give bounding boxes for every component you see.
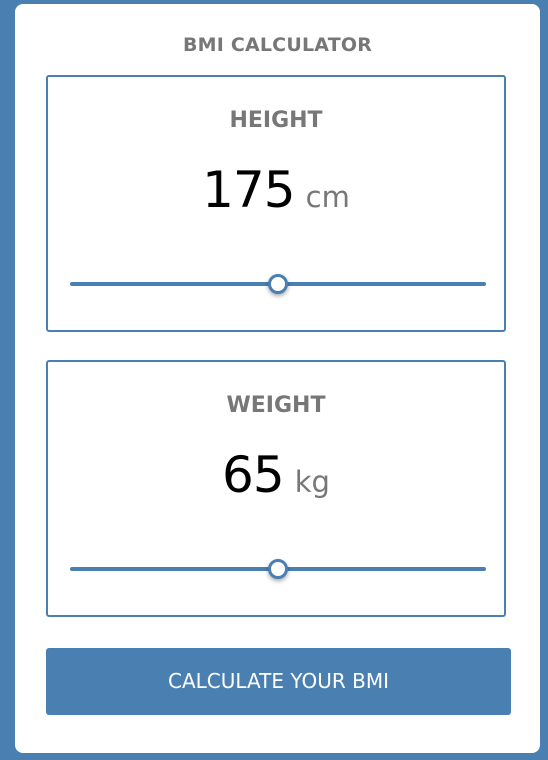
height-value-display: 175 cm xyxy=(48,165,504,215)
height-slider-thumb[interactable] xyxy=(268,274,288,294)
app-title: BMI CALCULATOR xyxy=(182,34,373,56)
height-value: 175 xyxy=(202,161,295,219)
height-slider[interactable] xyxy=(70,274,486,294)
weight-slider-thumb[interactable] xyxy=(268,559,288,579)
height-unit: cm xyxy=(305,180,350,214)
weight-slider[interactable] xyxy=(70,559,486,579)
bmi-calculator-card: BMI CALCULATOR HEIGHT 175 cm WEIGHT 65 k… xyxy=(15,4,540,753)
weight-value-display: 65 kg xyxy=(48,450,504,500)
weight-panel: WEIGHT 65 kg xyxy=(46,360,506,617)
weight-value: 65 xyxy=(222,446,285,504)
calculate-bmi-button[interactable]: CALCULATE YOUR BMI xyxy=(46,648,511,715)
weight-label: WEIGHT xyxy=(226,393,326,418)
height-label: HEIGHT xyxy=(229,108,323,133)
height-panel: HEIGHT 175 cm xyxy=(46,75,506,332)
weight-unit: kg xyxy=(294,465,330,499)
